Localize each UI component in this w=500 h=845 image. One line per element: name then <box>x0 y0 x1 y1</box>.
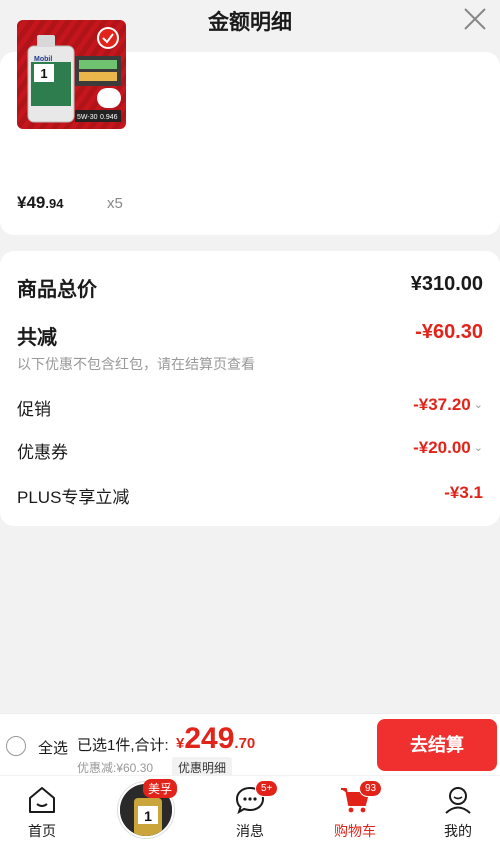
plus-value: -¥3.1 <box>444 483 483 502</box>
promo-value: -¥37.20 <box>413 395 471 414</box>
svg-text:1: 1 <box>144 808 152 824</box>
total-price-label: 商品总价 <box>17 279 97 301</box>
promo-badge: 美孚 <box>143 779 178 798</box>
svg-text:Mobil: Mobil <box>34 56 52 63</box>
total-reduce-label: 共减 <box>17 327 57 349</box>
mobil-1-oil-bottle-image: 1 Mobil 5W-30 0.946 <box>17 20 126 129</box>
total-price-value: ¥310.00 <box>410 273 483 295</box>
svg-text:5W-30: 5W-30 <box>77 114 98 121</box>
tab-messages[interactable]: 消息 5+ <box>210 776 290 845</box>
cart-total: ¥249.70 <box>176 722 256 755</box>
messages-badge: 5+ <box>255 780 279 797</box>
svg-text:0.946: 0.946 <box>100 114 118 121</box>
discount-note: 以下优惠不包含红包，请在结算页查看 <box>17 356 255 372</box>
product-quantity: x5 <box>107 195 123 212</box>
tab-mine[interactable]: 我的 <box>418 776 498 845</box>
chevron-down-icon[interactable]: ⌄ <box>474 398 483 411</box>
total-reduce-value: -¥60.30 <box>415 321 483 343</box>
close-icon[interactable] <box>462 6 488 32</box>
tab-cart[interactable]: 购物车 93 <box>315 776 395 845</box>
user-icon <box>445 787 471 814</box>
coupon-label: 优惠券 <box>17 443 68 462</box>
tab-mine-label: 我的 <box>444 823 472 839</box>
selected-summary: 已选1件,合计: <box>77 737 169 754</box>
discount-detail-button[interactable]: 优惠明细 <box>172 757 233 778</box>
plus-label: PLUS专享立减 <box>17 488 130 507</box>
chevron-down-icon[interactable]: ⌄ <box>474 441 483 454</box>
home-icon <box>29 787 55 813</box>
coupon-value: -¥20.00 <box>413 438 471 457</box>
tab-messages-label: 消息 <box>236 823 264 839</box>
select-all-label[interactable]: 全选 <box>38 737 68 758</box>
cart-badge: 93 <box>359 780 383 797</box>
promo-label: 促销 <box>17 400 51 419</box>
svg-text:1: 1 <box>40 66 47 81</box>
tab-bar: 首页 消息 5+ 购物车 93 我的 <box>0 776 500 845</box>
tab-cart-label: 购物车 <box>334 823 376 839</box>
product-price: ¥49.94 <box>17 193 64 212</box>
checkout-bar: 全选 已选1件,合计: ¥249.70 优惠减:¥60.30 优惠明细 去结算 <box>0 713 500 778</box>
select-all-radio[interactable] <box>6 736 26 756</box>
tab-home-label: 首页 <box>28 823 56 839</box>
discount-summary: 优惠减:¥60.30 <box>77 761 154 775</box>
product-image[interactable]: 1 Mobil 5W-30 0.946 <box>17 20 126 129</box>
checkout-button[interactable]: 去结算 <box>377 719 497 771</box>
tab-home[interactable]: 首页 <box>2 776 82 845</box>
